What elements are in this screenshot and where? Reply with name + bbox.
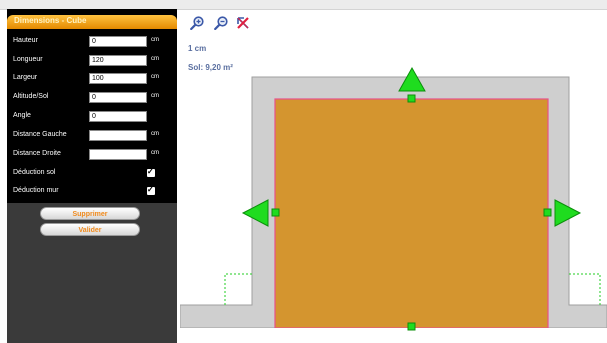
field-row-height: Hauteur cm bbox=[7, 36, 177, 50]
wall-deduction-label: Déduction mur bbox=[13, 187, 59, 194]
panel-header: Dimensions - Cube bbox=[7, 15, 177, 29]
distance-right-input[interactable] bbox=[89, 149, 147, 160]
distance-right-unit: cm bbox=[151, 150, 159, 156]
field-row-angle: Angle bbox=[7, 111, 177, 125]
validate-button[interactable]: Valider bbox=[40, 223, 140, 236]
right-dotted-guide bbox=[569, 273, 601, 305]
bottom-resize-handle[interactable] bbox=[407, 322, 416, 331]
angle-label: Angle bbox=[13, 112, 31, 119]
dimensions-panel: Dimensions - Cube Hauteur cm Longueur cm… bbox=[7, 9, 177, 203]
top-resize-handle[interactable] bbox=[407, 94, 416, 103]
right-resize-handle[interactable] bbox=[543, 208, 552, 217]
field-row-altitude: Altitude/Sol cm bbox=[7, 92, 177, 106]
scale-label: 1 cm bbox=[188, 44, 207, 53]
zoom-in-icon[interactable] bbox=[190, 16, 204, 30]
distance-left-unit: cm bbox=[151, 131, 159, 137]
width-unit: cm bbox=[151, 74, 159, 80]
floor-deduction-label: Déduction sol bbox=[13, 169, 56, 176]
cube-object[interactable] bbox=[274, 98, 549, 329]
height-label: Hauteur bbox=[13, 37, 38, 44]
length-label: Longueur bbox=[13, 56, 43, 63]
field-row-distance-right: Distance Droite cm bbox=[7, 149, 177, 163]
field-row-width: Largeur cm bbox=[7, 73, 177, 87]
field-row-length: Longueur cm bbox=[7, 55, 177, 69]
left-dotted-guide bbox=[224, 273, 252, 305]
check-row-floor: Déduction sol ✓ bbox=[7, 167, 177, 182]
altitude-input[interactable] bbox=[89, 92, 147, 103]
altitude-unit: cm bbox=[151, 93, 159, 99]
floor-plan bbox=[180, 66, 607, 343]
height-unit: cm bbox=[151, 37, 159, 43]
distance-left-input[interactable] bbox=[89, 130, 147, 141]
wall-deduction-checkbox[interactable]: ✓ bbox=[147, 185, 155, 195]
zoom-out-icon[interactable] bbox=[214, 16, 228, 30]
sidebar: Dimensions - Cube Hauteur cm Longueur cm… bbox=[7, 9, 177, 343]
height-input[interactable] bbox=[89, 36, 147, 47]
field-row-distance-left: Distance Gauche cm bbox=[7, 130, 177, 144]
distance-right-label: Distance Droite bbox=[13, 150, 61, 157]
angle-input[interactable] bbox=[89, 111, 147, 122]
length-unit: cm bbox=[151, 56, 159, 62]
panel-title: Dimensions - Cube bbox=[14, 16, 87, 25]
check-row-wall: Déduction mur ✓ bbox=[7, 185, 177, 200]
delete-button[interactable]: Supprimer bbox=[40, 207, 140, 220]
check-icon: ✓ bbox=[147, 167, 154, 176]
altitude-label: Altitude/Sol bbox=[13, 93, 49, 100]
length-input[interactable] bbox=[89, 55, 147, 66]
left-resize-handle[interactable] bbox=[271, 208, 280, 217]
distance-left-label: Distance Gauche bbox=[13, 131, 67, 138]
floor-deduction-checkbox[interactable]: ✓ bbox=[147, 167, 155, 177]
reset-view-icon[interactable] bbox=[236, 16, 250, 30]
width-input[interactable] bbox=[89, 73, 147, 84]
check-icon: ✓ bbox=[147, 185, 154, 194]
width-label: Largeur bbox=[13, 74, 38, 81]
floor-edge bbox=[180, 328, 607, 343]
